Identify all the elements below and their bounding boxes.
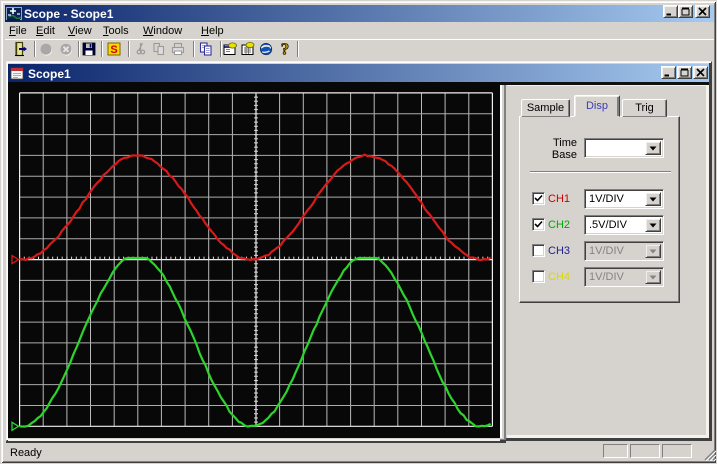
svg-text:?: ? <box>281 41 290 57</box>
svg-text:S: S <box>110 44 117 56</box>
